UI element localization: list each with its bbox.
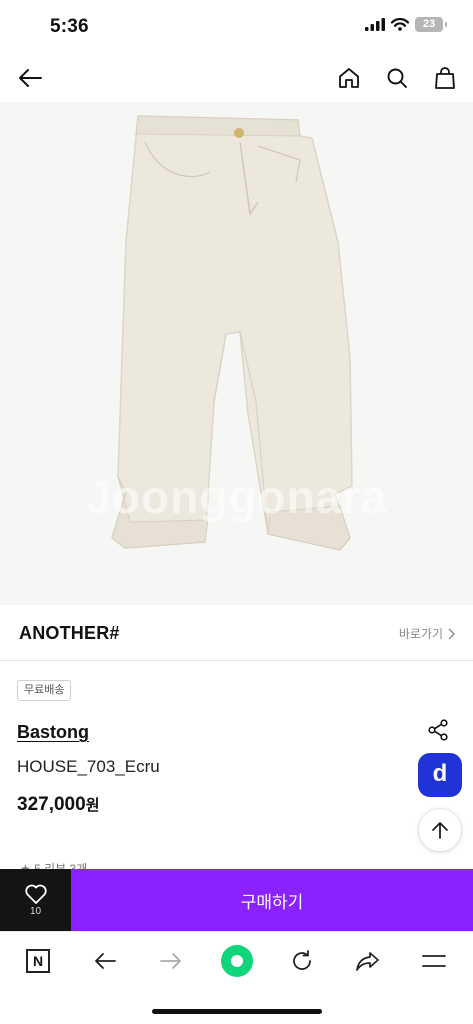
status-time: 5:36 [50, 16, 89, 37]
back-button[interactable] [14, 64, 46, 92]
naver-home-button[interactable]: N [21, 944, 55, 978]
chevron-right-icon [448, 628, 455, 639]
green-home-button[interactable] [220, 944, 254, 978]
status-icons: 23 [365, 17, 447, 32]
refresh-icon [293, 950, 311, 970]
buy-button[interactable]: 구매하기 [71, 869, 473, 931]
price-unit: 원 [85, 797, 100, 814]
shopping-bag-icon [435, 67, 455, 89]
brand-shortcut-label: 바로가기 [398, 627, 443, 641]
brand-name: ANOTHER# [19, 623, 120, 643]
product-name: HOUSE_703_Ecru [17, 757, 160, 776]
browser-toolbar: N [0, 931, 473, 1024]
forward-arrow-icon [160, 953, 181, 969]
back-arrow-icon [19, 69, 42, 87]
home-icon [339, 68, 359, 88]
browser-forward-button[interactable] [154, 944, 188, 978]
product-image[interactable]: Joonggonara [0, 102, 473, 605]
refresh-button[interactable] [285, 944, 319, 978]
menu-button[interactable] [417, 944, 451, 978]
jeans-image [111, 115, 353, 551]
top-navigation [0, 54, 473, 102]
wifi-icon [391, 18, 409, 31]
back-arrow-icon [95, 953, 116, 969]
green-dot-icon [221, 945, 253, 977]
like-button[interactable]: 10 [0, 869, 71, 931]
arrow-up-icon [432, 822, 448, 839]
search-icon [387, 68, 407, 88]
heart-icon [24, 884, 47, 904]
brand-row: ANOTHER# 바로가기 [0, 605, 473, 661]
d-app-button[interactable]: d [418, 753, 462, 797]
browser-back-button[interactable] [88, 944, 122, 978]
brand-shortcut-link[interactable]: 바로가기 [399, 625, 455, 642]
battery-indicator: 23 [415, 17, 447, 32]
like-count: 10 [29, 906, 42, 917]
purchase-bar: 10 구매하기 [0, 869, 473, 931]
product-price: 327,000원 [17, 794, 100, 816]
browser-share-button[interactable] [351, 944, 385, 978]
status-bar: 5:36 23 [0, 0, 473, 54]
share-button[interactable] [424, 716, 452, 744]
home-indicator [152, 1009, 322, 1014]
cart-button[interactable] [431, 64, 459, 92]
free-shipping-badge: 무료배송 [17, 680, 72, 701]
menu-icon [422, 955, 446, 967]
forward-share-icon [356, 952, 379, 971]
naver-n-icon: N [26, 949, 50, 973]
signal-icon [365, 18, 385, 31]
seller-name-link[interactable]: Bastong [17, 722, 89, 743]
search-button[interactable] [383, 64, 411, 92]
scroll-top-button[interactable] [418, 808, 462, 852]
home-button[interactable] [335, 64, 363, 92]
watermark: Joonggonara [85, 471, 388, 523]
share-icon [428, 719, 448, 741]
price-value: 327,000 [17, 794, 86, 815]
